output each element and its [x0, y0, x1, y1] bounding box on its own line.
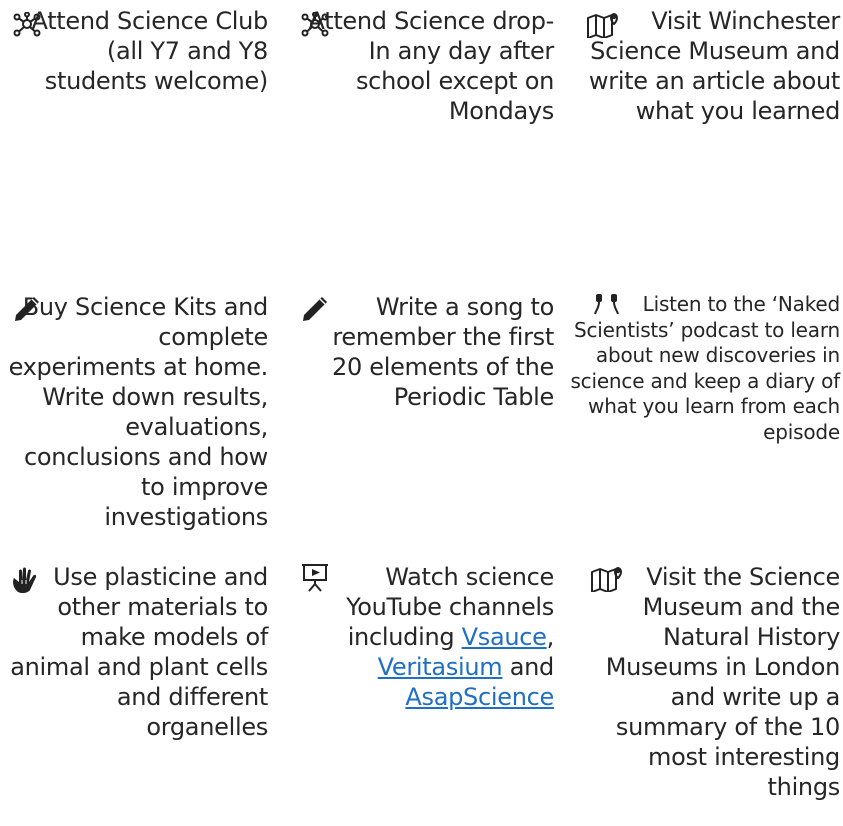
map-pin-icon	[587, 13, 618, 38]
presentation-icon	[302, 564, 328, 592]
activity-text: Watch science YouTube channels including…	[298, 562, 554, 712]
activity-cell-5: Write a song to remember the first 20 el…	[298, 292, 554, 412]
activity-cell-1: Attend Science Club (all Y7 and Y8 stude…	[8, 6, 268, 96]
link-asapscience[interactable]: AsapScience	[405, 683, 554, 711]
activity-text: Attend Science drop-In any day after sch…	[308, 7, 555, 125]
molecule-icon	[13, 12, 41, 37]
link-veritasium[interactable]: Veritasium	[378, 653, 503, 681]
activity-text: Buy Science Kits and complete experiment…	[8, 293, 269, 531]
activity-text: Use plasticine and other materials to ma…	[10, 563, 268, 741]
activity-cell-3: Visit Winchester Science Museum and writ…	[586, 6, 840, 126]
activity-cell-7: Use plasticine and other materials to ma…	[8, 562, 268, 742]
activity-cell-8: Watch science YouTube channels including…	[298, 562, 554, 712]
pencil-icon	[15, 297, 39, 321]
activity-text: Visit the Science Museum and the Natural…	[605, 563, 841, 801]
activity-cell-9: Visit the Science Museum and the Natural…	[590, 562, 840, 802]
activity-cell-6: Listen to the ‘Naked Scientists’ podcast…	[566, 292, 840, 445]
link-vsauce[interactable]: Vsauce	[462, 623, 547, 651]
earbuds-icon	[594, 294, 619, 315]
molecule-icon	[301, 12, 329, 37]
pencil-icon	[303, 297, 327, 321]
activity-text: Write a song to remember the first 20 el…	[331, 293, 554, 411]
activity-cell-2: Attend Science drop-In any day after sch…	[298, 6, 554, 126]
activity-cell-4: Buy Science Kits and complete experiment…	[8, 292, 269, 532]
hand-icon	[13, 567, 37, 594]
comma-separator: ,	[546, 623, 555, 651]
and-word: and	[509, 653, 555, 681]
activity-text: Visit Winchester Science Museum and writ…	[588, 7, 840, 125]
activity-text: Attend Science Club (all Y7 and Y8 stude…	[31, 7, 269, 95]
map-pin-icon	[591, 567, 622, 592]
